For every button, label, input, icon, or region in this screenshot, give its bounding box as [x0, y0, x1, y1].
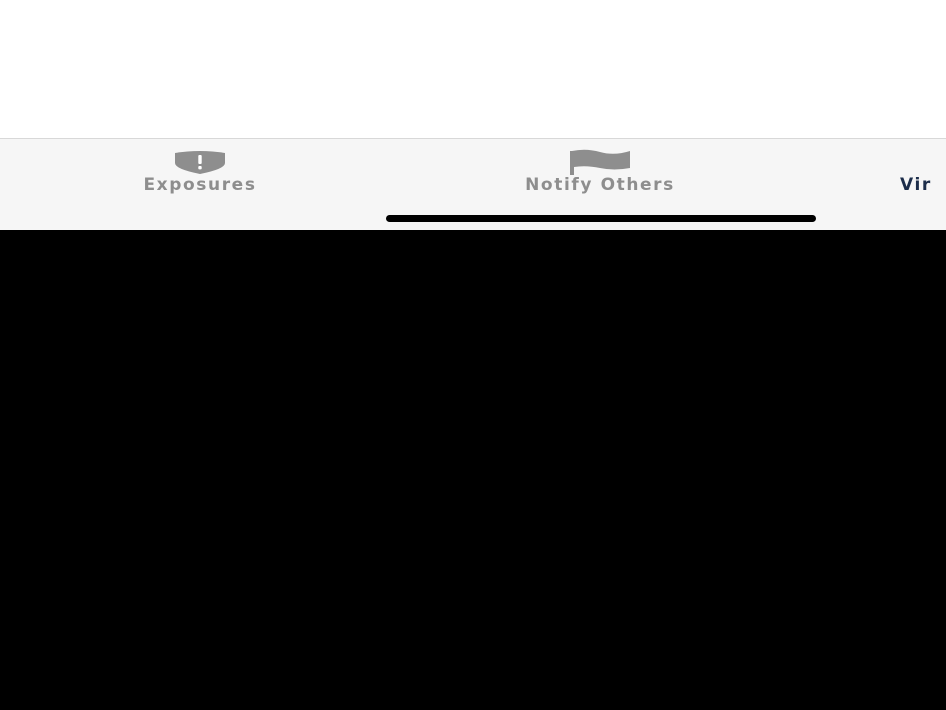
- tab-vir-label: Vir: [900, 175, 932, 195]
- tab-notify-others-label: Notify Others: [525, 175, 675, 195]
- flag-icon: [568, 149, 632, 175]
- tab-exposures[interactable]: Exposures: [110, 139, 290, 209]
- tab-notify-others[interactable]: Notify Others: [480, 139, 720, 209]
- app-screen: Exposures Notify Others Vir: [0, 0, 946, 710]
- shield-exclamation-icon: [171, 149, 229, 175]
- tab-vir[interactable]: Vir: [900, 139, 946, 209]
- content-area: [0, 0, 946, 138]
- home-indicator: [386, 215, 816, 222]
- black-area: [0, 230, 946, 710]
- tab-exposures-label: Exposures: [143, 175, 257, 195]
